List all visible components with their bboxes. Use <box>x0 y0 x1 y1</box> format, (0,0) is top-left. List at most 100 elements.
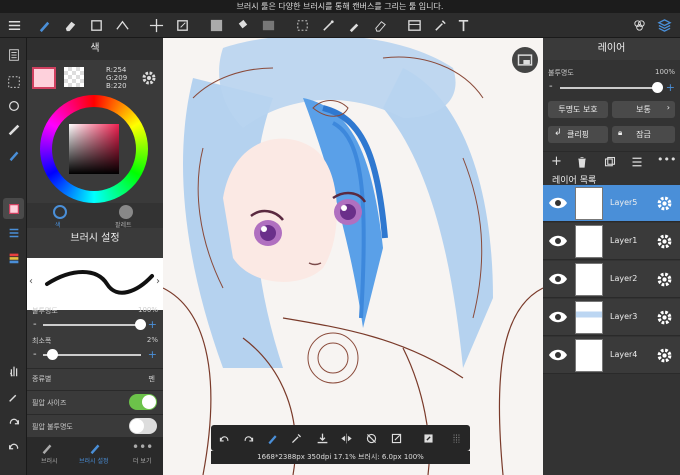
layer-row-layer5[interactable]: Layer5 <box>543 185 680 222</box>
min-width-slider[interactable] <box>43 349 141 360</box>
layer-opacity-slider[interactable] <box>560 82 663 93</box>
min-width-plus-button[interactable]: + <box>148 348 157 361</box>
snap-off-icon[interactable] <box>362 429 380 447</box>
min-width-minus-button[interactable]: - <box>33 349 37 360</box>
selection-panel-icon[interactable] <box>3 71 24 92</box>
alpha-protect-button[interactable]: 투명도 보호 <box>548 101 608 118</box>
rotate-icon[interactable] <box>3 95 24 116</box>
materials-icon[interactable] <box>628 15 650 36</box>
layer-row-layer3[interactable]: Layer3 <box>543 299 680 336</box>
blend-mode-button[interactable]: 보통 › <box>612 101 675 118</box>
save-icon[interactable] <box>313 429 331 447</box>
brush-tab-icon[interactable] <box>40 441 54 455</box>
eraser-tool-icon[interactable] <box>59 15 81 36</box>
move-tool-icon[interactable] <box>145 15 167 36</box>
next-brush-chevron-icon[interactable]: › <box>156 276 160 287</box>
select-eraser-icon[interactable] <box>369 15 391 36</box>
undo-icon[interactable] <box>3 436 24 457</box>
tab-brush[interactable]: 브러시 <box>41 456 58 465</box>
layer-opacity-value: 100% <box>654 68 675 76</box>
layer-settings-gear-icon[interactable] <box>656 271 673 288</box>
color-tab-icon[interactable] <box>53 205 67 219</box>
tab-brush-settings[interactable]: 브러시 설정 <box>79 456 109 465</box>
layer-settings-gear-icon[interactable] <box>656 309 673 326</box>
select-tool-icon[interactable] <box>291 15 313 36</box>
transform-quick-icon[interactable] <box>387 429 405 447</box>
eyedropper-quick-icon[interactable] <box>287 429 305 447</box>
layer-row-layer1[interactable]: Layer1 <box>543 223 680 260</box>
layer-opacity-minus-button[interactable]: - <box>549 81 553 92</box>
redo-quick-icon[interactable] <box>239 429 257 447</box>
type-row[interactable]: 종류별 펜 <box>27 368 163 388</box>
layer-settings-gear-icon[interactable] <box>656 347 673 364</box>
lock-button[interactable]: 🔒︎ 잠금 <box>612 126 675 143</box>
visibility-eye-icon[interactable] <box>548 271 568 287</box>
menu-icon[interactable] <box>3 15 25 36</box>
undo-quick-icon[interactable] <box>215 429 233 447</box>
layer-opacity-plus-button[interactable]: + <box>666 81 675 94</box>
eyedropper-icon[interactable] <box>3 386 24 407</box>
visibility-eye-icon[interactable] <box>548 309 568 325</box>
layer-settings-gear-icon[interactable] <box>656 195 673 212</box>
duplicate-layer-icon[interactable] <box>604 156 616 168</box>
opacity-slider[interactable] <box>43 319 146 330</box>
color-settings-gear-icon[interactable] <box>141 70 157 86</box>
prev-brush-chevron-icon[interactable]: ‹ <box>29 276 33 287</box>
layer-more-icon[interactable]: ••• <box>657 153 676 166</box>
snap-brush-icon[interactable] <box>263 429 281 447</box>
shape-tool-icon[interactable] <box>85 15 107 36</box>
opacity-knob[interactable] <box>135 319 146 330</box>
visibility-eye-icon[interactable] <box>548 347 568 363</box>
layer-list-icon[interactable] <box>631 156 643 168</box>
transform-tool-icon[interactable] <box>171 15 193 36</box>
layer-row-layer4[interactable]: Layer4 <box>543 337 680 374</box>
ruler-icon[interactable] <box>3 119 24 140</box>
palette-tab-icon[interactable] <box>119 205 133 219</box>
saturation-value-square[interactable] <box>69 124 119 174</box>
layers-toggle-icon[interactable] <box>653 15 675 36</box>
redo-icon[interactable] <box>3 411 24 432</box>
select-pen-icon[interactable] <box>343 15 365 36</box>
magic-wand-icon[interactable] <box>317 15 339 36</box>
layer-settings-gear-icon[interactable] <box>656 233 673 250</box>
opacity-plus-button[interactable]: + <box>148 318 157 331</box>
opacity-minus-button[interactable]: - <box>33 319 37 330</box>
pages-icon[interactable] <box>3 44 24 65</box>
pressure-size-toggle[interactable] <box>129 394 157 410</box>
tab-more[interactable]: 더 보기 <box>133 456 151 465</box>
eyedropper-tool-icon[interactable] <box>429 15 451 36</box>
clipping-button[interactable]: ↲ 클리핑 <box>548 126 608 143</box>
color-swatch-icon[interactable] <box>3 198 24 219</box>
more-tab-icon[interactable]: ••• <box>132 440 153 454</box>
brush-tool-icon[interactable] <box>33 15 55 36</box>
pen-icon[interactable] <box>3 144 24 165</box>
hue-ring[interactable] <box>40 95 148 203</box>
grid-more-icon[interactable] <box>447 429 465 447</box>
palette-icon[interactable] <box>3 247 24 268</box>
visibility-eye-icon[interactable] <box>548 195 568 211</box>
gradient-tool-icon[interactable] <box>257 15 279 36</box>
visibility-eye-icon[interactable] <box>548 233 568 249</box>
navigator-button[interactable] <box>512 47 538 73</box>
pressure-opacity-toggle[interactable] <box>129 418 157 434</box>
frame-tool-icon[interactable] <box>403 15 425 36</box>
fill-color-icon[interactable] <box>205 15 227 36</box>
curve-tool-icon[interactable] <box>111 15 133 36</box>
clip-quick-icon[interactable] <box>419 429 437 447</box>
background-color-swatch[interactable] <box>64 67 84 87</box>
drawing-canvas[interactable] <box>163 38 543 475</box>
layer-row-layer2[interactable]: Layer2 <box>543 261 680 298</box>
add-layer-icon[interactable]: + <box>551 154 562 169</box>
bucket-tool-icon[interactable] <box>231 15 253 36</box>
layer-opacity-knob[interactable] <box>652 82 663 93</box>
delete-layer-icon[interactable] <box>576 156 588 168</box>
brush-list-icon[interactable] <box>3 222 24 243</box>
brush-settings-tab-icon[interactable] <box>88 441 102 455</box>
flip-icon[interactable] <box>337 429 355 447</box>
layer-thumbnail <box>575 263 603 296</box>
min-width-knob[interactable] <box>47 349 58 360</box>
brush-preview[interactable]: ‹ › <box>27 258 163 310</box>
text-tool-icon[interactable] <box>452 15 474 36</box>
foreground-color-swatch[interactable] <box>32 67 56 89</box>
hand-icon[interactable] <box>3 360 24 381</box>
